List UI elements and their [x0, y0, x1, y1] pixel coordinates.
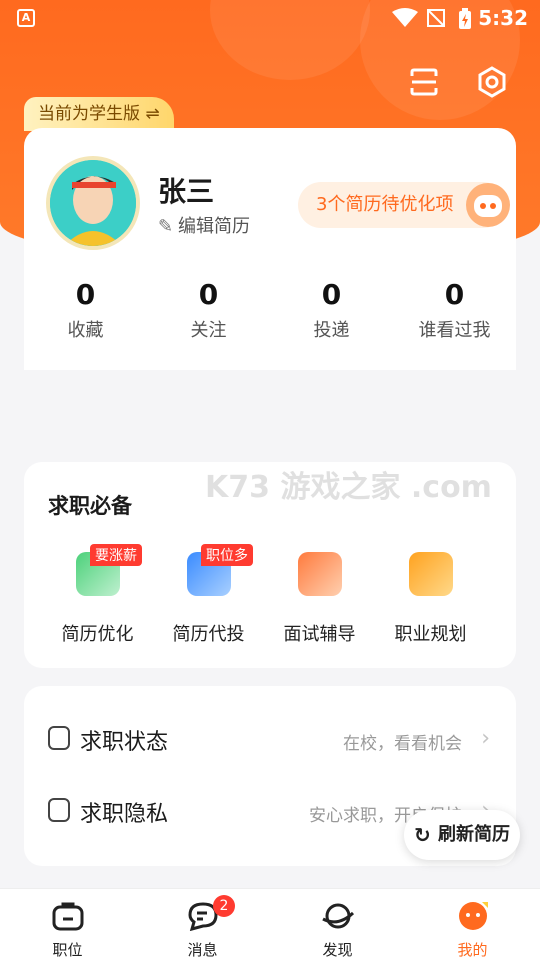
resume-optimize-pill[interactable]: 3个简历待优化项 [298, 182, 510, 228]
avatar[interactable] [46, 156, 140, 250]
profile-card: 张三 ✎ 编辑简历 3个简历待优化项 0 收藏 0 关注 0 投递 0 谁看过我 [24, 128, 516, 370]
stat-favorites[interactable]: 0 收藏 [24, 278, 147, 348]
unread-badge: 2 [213, 895, 235, 917]
row-value: 在校，看看机会 [343, 734, 462, 754]
stats-row: 0 收藏 0 关注 0 投递 0 谁看过我 [24, 278, 516, 348]
tab-label: 职位 [52, 941, 83, 959]
chat-icon [297, 552, 342, 596]
section-title: 求职必备 [48, 494, 132, 518]
version-switch-tag[interactable]: 当前为学生版 ⇌ [24, 97, 174, 131]
tab-jobs[interactable]: 职位 [0, 889, 135, 960]
stat-value: 0 [321, 278, 342, 311]
tab-label: 消息 [187, 941, 218, 959]
settings-icon[interactable] [476, 66, 508, 98]
refresh-label: 刷新简历 [438, 824, 510, 845]
stat-value: 0 [198, 278, 219, 311]
tool-badge: 职位多 [201, 544, 253, 566]
chevron-right-icon: › [481, 726, 490, 751]
stat-label: 谁看过我 [418, 320, 491, 341]
stat-label: 关注 [190, 320, 227, 341]
row-title: 求职状态 [80, 730, 169, 755]
avatar-illustration [50, 160, 136, 246]
profile-icon [458, 902, 488, 930]
tool-resume-delivery[interactable]: 职位多 简历代投 [153, 544, 264, 646]
status-bar: A 5:32 [0, 0, 540, 36]
stat-applied[interactable]: 0 投递 [270, 278, 393, 348]
edit-resume-link[interactable]: ✎ 编辑简历 [158, 212, 250, 238]
stat-value: 0 [75, 278, 96, 311]
tool-label: 简历优化 [61, 624, 134, 645]
refresh-icon: ↻ [414, 823, 431, 847]
tab-label: 我的 [457, 941, 488, 959]
tab-me[interactable]: 我的 [405, 889, 540, 960]
refresh-resume-button[interactable]: ↻ 刷新简历 [404, 810, 520, 860]
planet-icon [321, 903, 354, 929]
stat-viewed-me[interactable]: 0 谁看过我 [393, 278, 516, 348]
bottom-tab-bar: 职位 2 消息 发现 我的 [0, 888, 540, 960]
stat-value: 0 [444, 278, 465, 311]
briefcase-icon [408, 552, 453, 596]
tool-resume-optimize[interactable]: 要涨薪 简历优化 [42, 544, 153, 646]
app-notification-icon: A [17, 9, 35, 27]
tools-grid: 要涨薪 简历优化 职位多 简历代投 面试辅导 职业规划 [24, 544, 516, 646]
tool-label: 面试辅导 [283, 624, 356, 645]
optimize-pill-label: 3个简历待优化项 [316, 194, 454, 215]
tool-career-planning[interactable]: 职业规划 [375, 548, 486, 646]
watermark: K73 游戏之家 .com [205, 470, 492, 505]
edit-resume-label: 编辑简历 [178, 216, 250, 237]
row-title: 求职隐私 [80, 802, 169, 827]
user-name: 张三 [158, 175, 215, 208]
tab-label: 发现 [322, 941, 353, 959]
tab-discover[interactable]: 发现 [270, 889, 405, 960]
briefcase-icon [52, 902, 83, 931]
pencil-icon: ✎ [158, 216, 174, 237]
wifi-icon [392, 8, 418, 27]
battery-charging-icon [459, 8, 471, 29]
tab-messages[interactable]: 2 消息 [135, 889, 270, 960]
tool-label: 职业规划 [394, 624, 467, 645]
clock: 5:32 [478, 6, 528, 30]
tool-badge: 要涨薪 [90, 544, 142, 566]
stat-following[interactable]: 0 关注 [147, 278, 270, 348]
no-signal-icon [427, 9, 445, 27]
stat-label: 投递 [313, 320, 350, 341]
lock-icon [48, 798, 70, 822]
tool-label: 简历代投 [172, 624, 245, 645]
tool-interview-coaching[interactable]: 面试辅导 [264, 548, 375, 646]
scan-icon[interactable] [408, 66, 440, 98]
row-job-status[interactable]: 求职状态 在校，看看机会 › [24, 704, 516, 774]
stat-label: 收藏 [67, 320, 104, 341]
status-icon [48, 726, 70, 750]
robot-mascot-icon [466, 183, 510, 227]
